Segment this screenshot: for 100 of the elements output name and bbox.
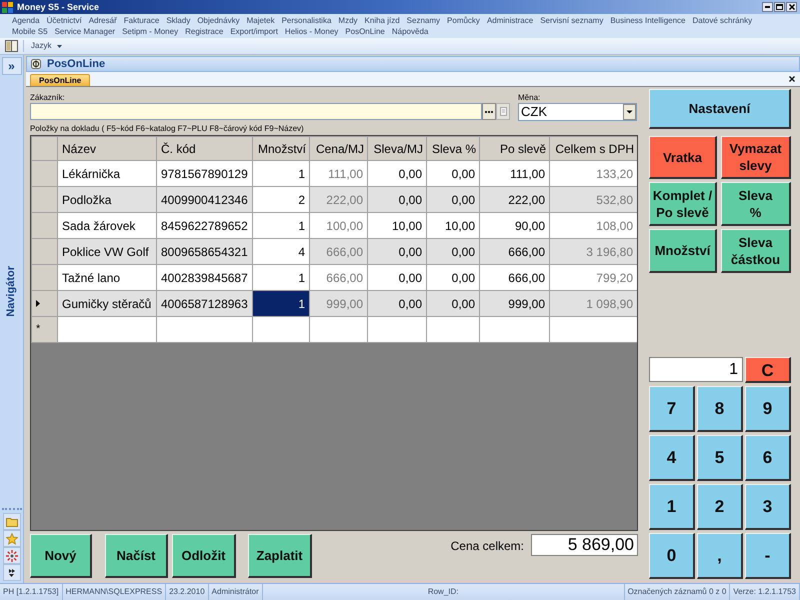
table-cell[interactable] [550, 316, 637, 342]
row-header[interactable] [32, 290, 58, 316]
table-cell[interactable] [310, 316, 368, 342]
table-cell: 1 [252, 212, 310, 238]
folder-button[interactable] [2, 513, 20, 530]
keypad-key[interactable]: 9 [745, 386, 791, 432]
table-cell[interactable] [426, 316, 480, 342]
navigator-tab[interactable]: Navigátor [3, 266, 20, 317]
table-cell: 4006587128963 [156, 290, 252, 316]
overflow-arrow-icon [8, 568, 15, 576]
book-icon[interactable] [5, 40, 18, 52]
keypad-key[interactable]: 0 [649, 533, 695, 579]
pay-button[interactable]: Zaplatit [248, 534, 312, 578]
clear-key[interactable]: C [745, 357, 791, 383]
table-cell[interactable] [58, 316, 156, 342]
table-cell: 8459622789652 [156, 212, 252, 238]
menu-item[interactable]: Mzdy [338, 15, 358, 26]
new-button[interactable]: Nový [30, 534, 92, 578]
menu-item[interactable]: Adresář [88, 15, 117, 26]
burst-button[interactable] [2, 547, 20, 564]
minimize-button[interactable] [762, 2, 773, 12]
menu-item[interactable]: Service Manager [54, 26, 116, 37]
keypad-key[interactable]: 8 [697, 386, 743, 432]
table-cell: 666,00 [310, 264, 368, 290]
table-cell[interactable] [156, 316, 252, 342]
burst-icon [6, 550, 18, 562]
total-label: Cena celkem: [450, 539, 524, 553]
menu-item[interactable]: Export/import [230, 26, 278, 37]
menu-item[interactable]: PosOnLine [345, 26, 385, 37]
column-header[interactable]: Sleva % [426, 136, 480, 160]
overflow-button[interactable] [2, 564, 20, 581]
menu-item[interactable]: Objednávky [197, 15, 240, 26]
menu-item[interactable]: Administrace [486, 15, 534, 26]
park-button[interactable]: Odložit [172, 534, 236, 578]
settings-button[interactable]: Nastavení [649, 89, 791, 129]
menu-item[interactable]: Setipm - Money [122, 26, 178, 37]
close-icon [789, 76, 795, 82]
browse-button[interactable] [482, 103, 496, 120]
load-button[interactable]: Načíst [105, 534, 168, 578]
menu-item[interactable]: Kniha jízd [364, 15, 400, 26]
table-cell: Gumičky stěračů [58, 290, 156, 316]
keypad-key[interactable]: 4 [649, 435, 695, 481]
table-cell: 133,20 [550, 160, 637, 186]
bundle-button[interactable]: Komplet / Po slevě [649, 182, 717, 226]
keypad-key[interactable]: 1 [649, 484, 695, 530]
maximize-icon [776, 4, 783, 10]
menu-item[interactable]: Datové schránky [692, 15, 752, 26]
document-tab[interactable]: PosOnLine [30, 74, 90, 86]
return-button[interactable]: Vratka [649, 136, 717, 179]
quantity-display[interactable]: 1 [649, 357, 743, 382]
favorites-button[interactable] [2, 530, 20, 547]
table-cell[interactable] [252, 316, 310, 342]
app-icon [2, 2, 13, 12]
percent-discount-button[interactable]: Sleva % [721, 182, 791, 226]
menu-item[interactable]: Pomůcky [447, 15, 480, 26]
expand-button[interactable]: » [2, 57, 22, 75]
maximize-button[interactable] [774, 2, 785, 12]
keypad-key[interactable]: 6 [745, 435, 791, 481]
menu-item[interactable]: Business Intelligence [610, 15, 686, 26]
language-menu-button[interactable]: Jazyk [28, 39, 66, 53]
table-cell: 1 [252, 160, 310, 186]
status-item: Administrátor [208, 584, 263, 600]
table-cell: 222,00 [310, 186, 368, 212]
keypad-key[interactable]: 5 [697, 435, 743, 481]
menu-item[interactable]: Fakturace [124, 15, 160, 26]
column-header[interactable]: Sleva/MJ [368, 136, 426, 160]
table-cell: 799,20 [550, 264, 637, 290]
status-item: 23.2.2010 [166, 584, 209, 600]
menu-item[interactable]: Personalistika [282, 15, 332, 26]
clear-discounts-button[interactable]: Vymazat slevy [721, 136, 791, 179]
table-cell[interactable] [480, 316, 550, 342]
customer-field[interactable] [30, 103, 482, 120]
column-header[interactable]: Po slevě [480, 136, 550, 160]
close-button[interactable] [788, 75, 796, 83]
menu-item[interactable]: Nápověda [392, 26, 428, 37]
menu-item[interactable]: Mobile S5 [12, 26, 48, 37]
keypad-key[interactable]: - [745, 533, 791, 579]
menu-item[interactable]: Majetek [246, 15, 275, 26]
column-header[interactable]: Č. kód [156, 136, 252, 160]
quantity-button[interactable]: Množství [649, 229, 717, 273]
menu-item[interactable]: Seznamy [406, 15, 440, 26]
menu-item[interactable]: Registrace [185, 26, 224, 37]
column-header[interactable]: Množství [252, 136, 310, 160]
menu-item[interactable]: Helios - Money [284, 26, 338, 37]
column-header[interactable]: Název [58, 136, 156, 160]
table-cell: 90,00 [480, 212, 550, 238]
close-button[interactable] [786, 2, 797, 12]
menu-item[interactable]: Servisní seznamy [540, 15, 604, 26]
menu-item[interactable]: Sklady [166, 15, 190, 26]
keypad-key[interactable]: 3 [745, 484, 791, 530]
keypad-key[interactable]: , [697, 533, 743, 579]
currency-select[interactable]: CZK [518, 103, 637, 121]
keypad-key[interactable]: 2 [697, 484, 743, 530]
table-cell: 0,00 [426, 186, 480, 212]
keypad-key[interactable]: 7 [649, 386, 695, 432]
menu-item[interactable]: Agenda [12, 15, 40, 26]
table-cell: 1 [252, 290, 310, 316]
table-cell[interactable] [368, 316, 426, 342]
menu-item[interactable]: Účetnictví [46, 15, 82, 26]
amount-discount-button[interactable]: Sleva částkou [721, 229, 791, 273]
